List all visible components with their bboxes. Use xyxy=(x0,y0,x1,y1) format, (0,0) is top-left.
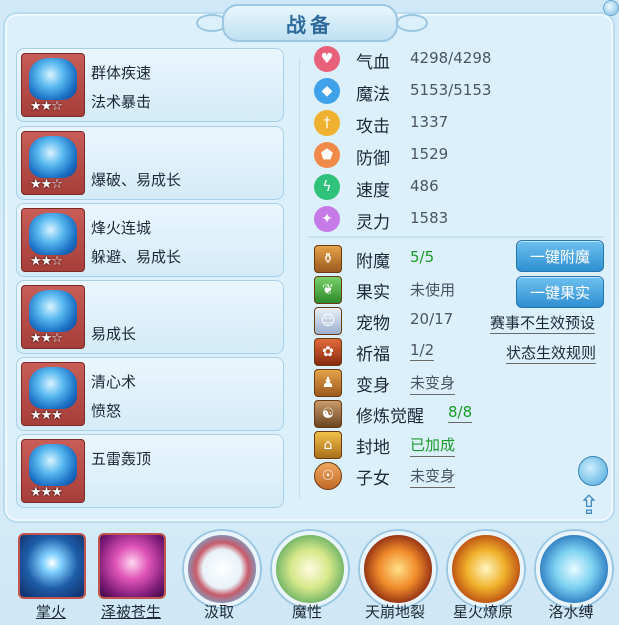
equipment-skill-2: 愤怒 xyxy=(91,402,122,420)
prop-fruit: ❦ 果实 未使用 xyxy=(314,276,504,304)
shield-icon: ⬟ xyxy=(314,142,340,168)
heart-icon: ♥ xyxy=(314,46,340,72)
equipment-card-5[interactable]: ★★★ 清心术 愤怒 xyxy=(16,357,284,431)
title-ornament-right xyxy=(396,14,428,32)
prop-blessing[interactable]: ✿ 祈福 1/2 xyxy=(314,338,504,366)
skill-slot-6[interactable]: 星火燎原 xyxy=(448,531,524,625)
stat-attack: † 攻击 1337 xyxy=(314,110,448,137)
skill-icon xyxy=(184,531,260,607)
equipment-icon: ★★☆ xyxy=(21,131,85,195)
equipment-card-2[interactable]: ★★☆ 爆破、易成长 xyxy=(16,126,284,200)
equipment-icon: ★★☆ xyxy=(21,285,85,349)
equipment-icon: ★★★ xyxy=(21,439,85,503)
status-rules-link[interactable]: 状态生效规则 xyxy=(506,342,597,364)
speed-icon: ϟ xyxy=(314,174,340,200)
prop-pet[interactable]: ☺ 宠物 20/17 xyxy=(314,307,504,335)
skill-slot-1[interactable]: 掌火 xyxy=(16,531,86,625)
pet-icon: ☺ xyxy=(314,307,342,335)
children-icon: ☉ xyxy=(314,462,342,490)
skill-icon xyxy=(272,531,348,607)
skill-slot-4[interactable]: 魔性 xyxy=(272,531,348,625)
page-title: 战备 xyxy=(286,12,334,37)
mana-icon: ◆ xyxy=(314,78,340,104)
sword-icon: † xyxy=(314,110,340,136)
prop-enchant: ⚱ 附魔 5/5 xyxy=(314,245,504,273)
skill-icon xyxy=(448,531,524,607)
stat-defense: ⬟ 防御 1529 xyxy=(314,142,448,169)
star-rating: ★★☆ xyxy=(30,177,63,192)
equipment-skill-2: 易成长 xyxy=(91,325,137,343)
transform-icon: ♟ xyxy=(314,369,342,397)
column-divider xyxy=(299,58,300,498)
equipment-icon: ★★★ xyxy=(21,362,85,426)
equipment-card-4[interactable]: ★★☆ 易成长 xyxy=(16,280,284,354)
spirit-icon: ✦ xyxy=(314,206,340,232)
section-divider xyxy=(308,236,604,238)
equipment-skill-2: 躲避、易成长 xyxy=(91,248,182,266)
equipment-icon: ★★☆ xyxy=(21,208,85,272)
fief-icon: ⌂ xyxy=(314,431,342,459)
equipment-skill-1: 烽火连城 xyxy=(91,219,152,237)
stat-hp: ♥ 气血 4298/4298 xyxy=(314,46,491,73)
equipment-skill-1: 清心术 xyxy=(91,373,137,391)
share-icon[interactable]: ⇪ xyxy=(578,493,610,519)
star-rating: ★★★ xyxy=(30,485,63,500)
stat-mp: ◆ 魔法 5153/5153 xyxy=(314,78,491,105)
skill-icon xyxy=(360,531,436,607)
stat-spirit: ✦ 灵力 1583 xyxy=(314,206,448,233)
enchant-icon: ⚱ xyxy=(314,245,342,273)
equipment-skill-1: 群体疾速 xyxy=(91,64,152,82)
skill-slot-2[interactable]: 泽被苍生 xyxy=(96,531,166,625)
title-plate: 战备 xyxy=(222,4,398,42)
prop-transform[interactable]: ♟ 变身 未变身 xyxy=(314,369,504,397)
star-rating: ★★☆ xyxy=(30,331,63,346)
star-rating: ★★☆ xyxy=(30,254,63,269)
skill-icon xyxy=(98,533,166,599)
fruit-icon: ❦ xyxy=(314,276,342,304)
stat-speed: ϟ 速度 486 xyxy=(314,174,439,201)
blessing-icon: ✿ xyxy=(314,338,342,366)
corner-orb-icon xyxy=(603,0,619,16)
star-rating: ★★★ xyxy=(30,408,63,423)
one-click-fruit-button[interactable]: 一键果实 xyxy=(516,276,604,308)
skill-icon xyxy=(18,533,86,599)
prop-children[interactable]: ☉ 子女 未变身 xyxy=(314,462,504,490)
refresh-icon[interactable] xyxy=(578,456,608,486)
equipment-skill-2: 爆破、易成长 xyxy=(91,171,182,189)
match-preset-link[interactable]: 赛事不生效预设 xyxy=(490,312,596,334)
equipment-icon: ★★☆ xyxy=(21,53,85,117)
one-click-enchant-button[interactable]: 一键附魔 xyxy=(516,240,604,272)
prop-cultivation[interactable]: ☯ 修炼觉醒 8/8 xyxy=(314,400,504,428)
cultivation-icon: ☯ xyxy=(314,400,342,428)
star-rating: ★★☆ xyxy=(30,99,63,114)
skill-slot-5[interactable]: 天崩地裂 xyxy=(360,531,436,625)
equipment-card-6[interactable]: ★★★ 五雷轰顶 xyxy=(16,434,284,508)
skill-slot-3[interactable]: 汲取 xyxy=(184,531,260,625)
skill-slot-7[interactable]: 洛水缚 xyxy=(536,531,612,625)
equipment-skill-2: 法术暴击 xyxy=(91,93,152,111)
skill-icon xyxy=(536,531,612,607)
equipment-skill-1: 五雷轰顶 xyxy=(91,450,152,468)
equipment-card-3[interactable]: ★★☆ 烽火连城 躲避、易成长 xyxy=(16,203,284,277)
prop-fief[interactable]: ⌂ 封地 已加成 xyxy=(314,431,504,459)
equipment-card-1[interactable]: ★★☆ 群体疾速 法术暴击 xyxy=(16,48,284,122)
